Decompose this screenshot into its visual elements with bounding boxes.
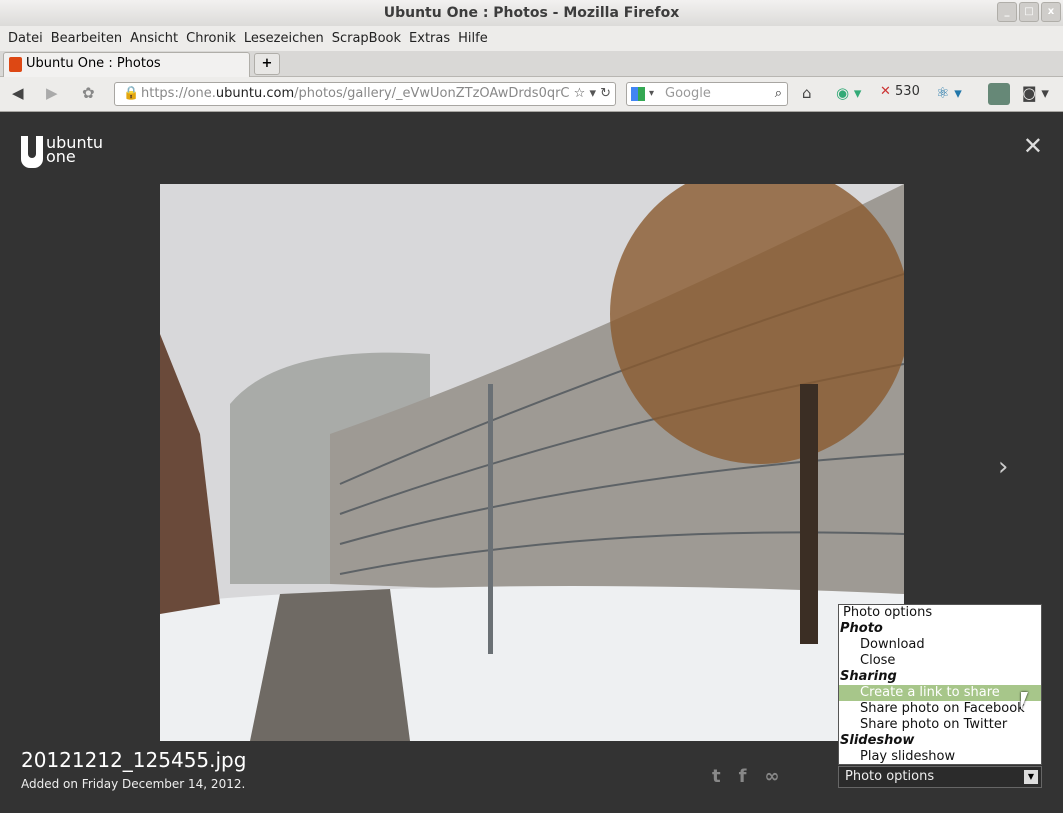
option-play-slideshow[interactable]: Play slideshow	[839, 749, 1041, 765]
url-bar[interactable]: 🔒 https://one.ubuntu.com/photos/gallery/_…	[114, 82, 616, 106]
home-icon[interactable]: ⌂	[802, 84, 812, 102]
optgroup-slideshow: Slideshow	[840, 733, 915, 748]
photo-added-date: Added on Friday December 14, 2012.	[21, 777, 246, 791]
option-share-twitter[interactable]: Share photo on Twitter	[839, 717, 1041, 733]
ubuntu-one-favicon	[9, 57, 22, 72]
search-icon[interactable]: ⌕	[775, 83, 782, 105]
photo-viewer: ubuntu one ✕ › 20121212_125455.jpg Added …	[0, 112, 1063, 813]
url-path: /photos/gallery/_eVwUonZTzOAwDrds0qrC	[294, 86, 570, 101]
lock-icon: 🔒	[123, 86, 140, 101]
bookmark-star-icon[interactable]: ☆ ▾ ↻	[570, 83, 611, 105]
select-value: Photo options	[845, 769, 935, 784]
option-close[interactable]: Close	[839, 653, 1041, 669]
option-share-facebook[interactable]: Share photo on Facebook	[839, 701, 1041, 717]
menu-chronik[interactable]: Chronik	[182, 26, 240, 51]
photo	[160, 184, 904, 741]
navigation-toolbar: ◀ ▶ ✿ 🔒 https://one.ubuntu.com/photos/gal…	[0, 77, 1063, 112]
pocket-icon[interactable]: ◙ ▾	[1022, 84, 1049, 102]
menu-ansicht[interactable]: Ansicht	[126, 26, 182, 51]
menu-extras[interactable]: Extras	[405, 26, 454, 51]
close-icon[interactable]: ✕	[1023, 132, 1043, 160]
menu-bar: Datei Bearbeiten Ansicht Chronik Lesezei…	[0, 26, 1063, 51]
option-create-link[interactable]: Create a link to share	[839, 685, 1041, 701]
stats-counter: 530	[895, 84, 920, 99]
next-photo-icon[interactable]: ›	[998, 452, 1008, 482]
google-icon	[631, 87, 645, 101]
globe-icon[interactable]: ◉ ▾	[836, 84, 861, 102]
photo-filename: 20121212_125455.jpg	[21, 748, 247, 772]
optgroup-photo: Photo	[840, 621, 883, 636]
link-icon[interactable]: ∞	[764, 766, 779, 787]
tab-ubuntu-one-photos[interactable]: Ubuntu One : Photos	[3, 52, 250, 77]
url-domain: ubuntu.com	[215, 86, 295, 101]
photo-options-dropdown-list: Photo options Photo Download Close Shari…	[838, 604, 1042, 765]
option-download[interactable]: Download	[839, 637, 1041, 653]
addon-icon[interactable]: ✿	[82, 84, 95, 102]
menu-datei[interactable]: Datei	[4, 26, 47, 51]
optgroup-sharing: Sharing	[840, 669, 897, 684]
new-tab-button[interactable]: +	[254, 53, 280, 75]
forward-icon[interactable]: ▶	[46, 84, 58, 102]
tab-title: Ubuntu One : Photos	[26, 56, 161, 71]
window-title: Ubuntu One : Photos - Mozilla Firefox	[383, 5, 680, 21]
url-prefix: https://one.	[141, 86, 216, 101]
menu-hilfe[interactable]: Hilfe	[454, 26, 492, 51]
menu-lesezeichen[interactable]: Lesezeichen	[240, 26, 328, 51]
menu-scrapbook[interactable]: ScrapBook	[328, 26, 405, 51]
window-titlebar: Ubuntu One : Photos - Mozilla Firefox _ □…	[0, 0, 1063, 26]
ubuntu-one-logo[interactable]: ubuntu one	[21, 135, 103, 168]
back-icon[interactable]: ◀	[12, 84, 24, 102]
facebook-icon[interactable]: f	[739, 766, 747, 787]
evernote-icon[interactable]	[988, 83, 1010, 105]
option-header[interactable]: Photo options	[839, 605, 1041, 621]
twitter-icon[interactable]: t	[712, 766, 721, 787]
tab-bar: Ubuntu One : Photos +	[0, 51, 1063, 77]
maximize-button[interactable]: □	[1019, 2, 1039, 22]
close-window-button[interactable]: x	[1041, 2, 1061, 22]
search-input[interactable]: ▾ Google ⌕	[626, 82, 788, 106]
stats-icon[interactable]: ✕ 530	[880, 84, 920, 99]
network-icon[interactable]: ⚛ ▾	[936, 84, 962, 102]
mouse-cursor-icon	[1021, 692, 1028, 710]
photo-options-select[interactable]: Photo options ▼	[838, 766, 1042, 788]
minimize-button[interactable]: _	[997, 2, 1017, 22]
menu-bearbeiten[interactable]: Bearbeiten	[47, 26, 126, 51]
chevron-down-icon[interactable]: ▼	[1024, 770, 1038, 784]
search-placeholder: Google	[665, 86, 711, 101]
